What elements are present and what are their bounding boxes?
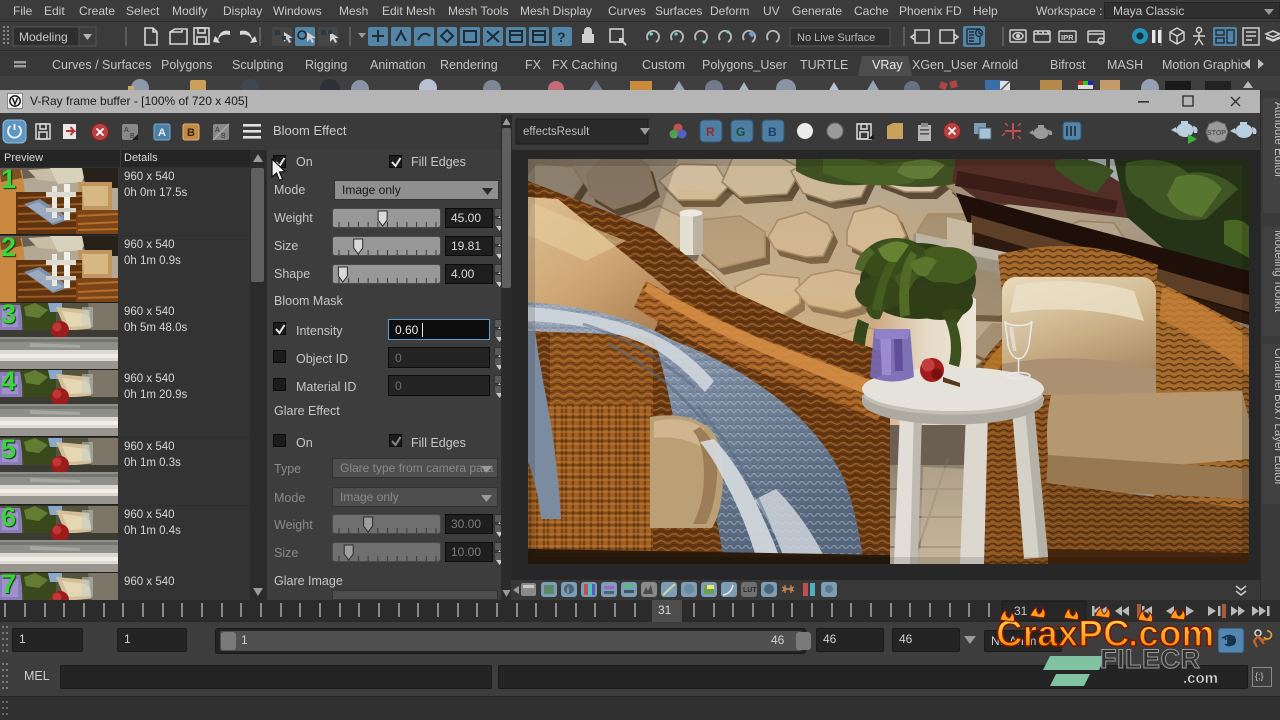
svg-text:IPR: IPR	[1061, 33, 1074, 42]
svg-text:Animation: Animation	[370, 58, 426, 72]
svg-text:A: A	[158, 127, 166, 139]
svg-text:Modeling: Modeling	[19, 30, 68, 44]
svg-text:31: 31	[658, 603, 672, 617]
svg-text:Bloom Effect: Bloom Effect	[273, 123, 347, 138]
svg-text:LUT: LUT	[743, 587, 757, 594]
svg-text:B: B	[221, 133, 226, 140]
svg-text:Modeling Toolkit: Modeling Toolkit	[1272, 230, 1280, 313]
svg-text:Polygons_User: Polygons_User	[702, 58, 787, 72]
svg-text:MASH: MASH	[1107, 58, 1143, 72]
svg-text:Rigging: Rigging	[305, 58, 347, 72]
svg-text:effectsResult: effectsResult	[523, 126, 590, 138]
svg-text:STOP: STOP	[1207, 130, 1226, 137]
svg-text:Custom: Custom	[642, 58, 685, 72]
svg-text:G: G	[736, 125, 745, 139]
svg-text:Arnold: Arnold	[982, 58, 1018, 72]
svg-text:Rendering: Rendering	[440, 58, 498, 72]
svg-text:R: R	[706, 125, 715, 139]
svg-text:Sculpting: Sculpting	[232, 58, 283, 72]
svg-text:?: ?	[557, 29, 566, 45]
svg-text:FX: FX	[525, 58, 542, 72]
svg-text:Polygons: Polygons	[161, 58, 212, 72]
svg-text:A: A	[124, 127, 129, 134]
svg-text:VRay: VRay	[872, 58, 903, 72]
svg-text:31: 31	[1014, 604, 1028, 618]
svg-text:B: B	[768, 125, 777, 139]
svg-text:Curves / Surfaces: Curves / Surfaces	[52, 58, 151, 72]
svg-text:FX Caching: FX Caching	[552, 58, 617, 72]
svg-text:B: B	[187, 127, 195, 139]
svg-text:TURTLE: TURTLE	[800, 58, 848, 72]
svg-text:Motion Graphic: Motion Graphic	[1162, 58, 1247, 72]
svg-text:Bifrost: Bifrost	[1050, 58, 1086, 72]
svg-text:Channel Box / Layer Editor: Channel Box / Layer Editor	[1272, 348, 1280, 486]
svg-text:i: i	[567, 585, 569, 595]
svg-text:No Live Surface: No Live Surface	[797, 32, 875, 44]
svg-text:Attribute Editor: Attribute Editor	[1272, 102, 1280, 178]
svg-text:XGen_User: XGen_User	[912, 58, 977, 72]
